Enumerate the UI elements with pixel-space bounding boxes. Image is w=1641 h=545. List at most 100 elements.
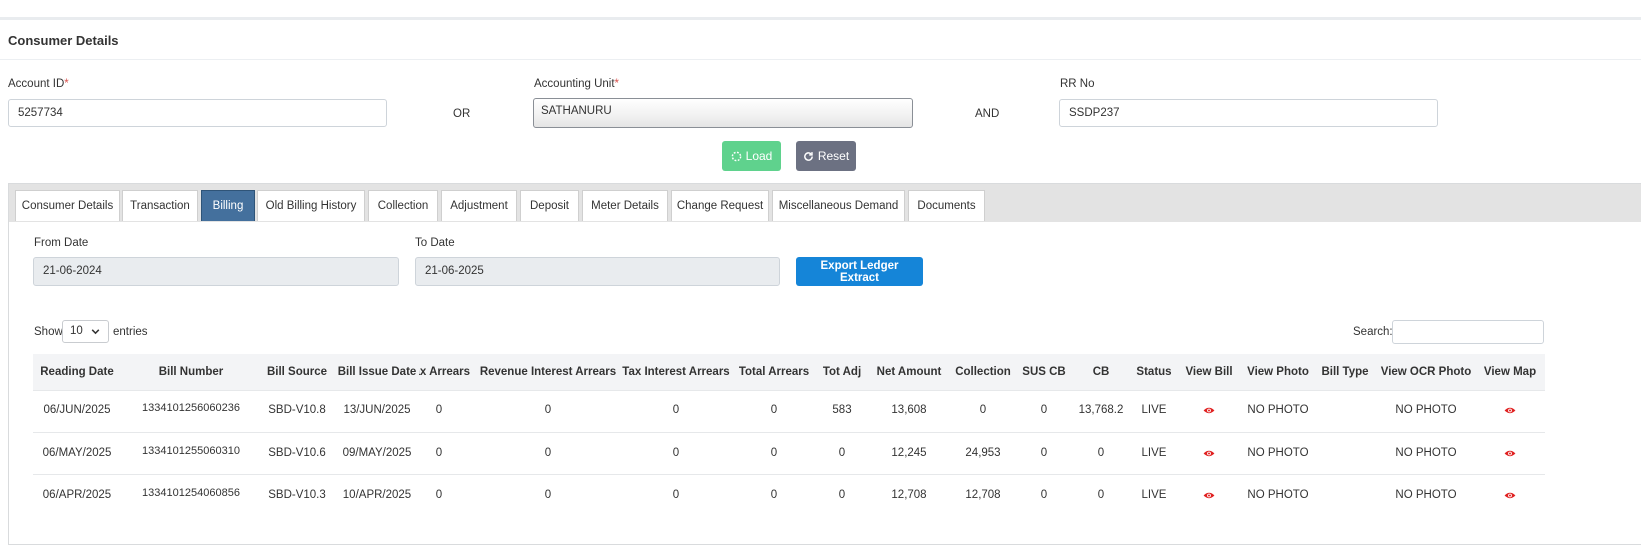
cell-bill-number: 1334101254060856: [142, 487, 240, 499]
chevron-down-icon: [91, 329, 100, 335]
load-button[interactable]: Load: [722, 141, 781, 171]
cell-tax-interest-arrears: 0: [672, 447, 680, 459]
reset-button-label: Reset: [817, 149, 850, 163]
entries-select[interactable]: 10: [62, 320, 109, 343]
col-collection[interactable]: Collection: [955, 354, 1011, 390]
row-divider: [33, 474, 1545, 475]
cell-reading-date: 06/APR/2025: [42, 489, 112, 501]
cell-bill-issue-date: 13/JUN/2025: [343, 404, 411, 416]
cell-collection: 12,708: [965, 489, 1001, 501]
row-divider: [33, 432, 1545, 433]
col-revenue-interest-arrears[interactable]: Revenue Interest Arrears: [480, 354, 616, 390]
cell-cb: 13,768.2: [1078, 404, 1124, 416]
tab-deposit[interactable]: Deposit: [520, 190, 579, 221]
cell-cb: 0: [1097, 447, 1105, 459]
col-view-map[interactable]: View Map: [1484, 354, 1536, 390]
tab-change-request[interactable]: Change Request: [671, 190, 769, 221]
cell-bill-source: SBD-V10.6: [268, 447, 326, 459]
cell-bill-source: SBD-V10.3: [268, 489, 326, 501]
row-divider: [33, 390, 1545, 391]
top-bar: [0, 0, 1641, 20]
col-tot-adj[interactable]: Tot Adj: [823, 354, 861, 390]
tab-consumer-details[interactable]: Consumer Details: [15, 190, 120, 221]
spinner-icon: [731, 151, 741, 161]
cell-tot-adj: 583: [832, 404, 852, 416]
cell-sus-cb: 0: [1040, 489, 1048, 501]
view-map-eye-icon[interactable]: [1504, 406, 1517, 415]
cell-tax-interest-arrears: 0: [672, 404, 680, 416]
view-bill-eye-icon[interactable]: [1203, 406, 1216, 415]
tab-documents[interactable]: Documents: [908, 190, 985, 221]
reset-button[interactable]: Reset: [796, 141, 856, 171]
cell-view-photo: NO PHOTO: [1247, 404, 1309, 416]
tab-billing[interactable]: Billing: [201, 190, 255, 221]
entries-label: entries: [113, 326, 148, 338]
cell-status: LIVE: [1141, 447, 1167, 459]
cell-revenue-interest-arrears: 0: [544, 447, 552, 459]
tab-old-billing-history[interactable]: Old Billing History: [257, 190, 365, 221]
load-button-label: Load: [745, 149, 773, 163]
cell-total-arrears: 0: [770, 404, 778, 416]
tab-adjustment[interactable]: Adjustment: [441, 190, 517, 221]
view-bill-eye-icon[interactable]: [1203, 449, 1216, 458]
tab-collection[interactable]: Collection: [368, 190, 438, 221]
col-net-amount[interactable]: Net Amount: [877, 354, 942, 390]
rr-no-input[interactable]: [1059, 99, 1438, 127]
col-reading-date[interactable]: Reading Date: [40, 354, 114, 390]
col-bill-number[interactable]: Bill Number: [159, 354, 224, 390]
col-status[interactable]: Status: [1136, 354, 1171, 390]
tab-meter-details[interactable]: Meter Details: [582, 190, 668, 221]
col-bill-source[interactable]: Bill Source: [267, 354, 327, 390]
cell-status: LIVE: [1141, 404, 1167, 416]
cell-status: LIVE: [1141, 489, 1167, 501]
col-sus-cb[interactable]: SUS CB: [1022, 354, 1065, 390]
cell-reading-date: 06/MAY/2025: [42, 447, 112, 459]
col-bill-issue-date[interactable]: Bill Issue Date: [338, 354, 417, 390]
col-tax-arrears[interactable]: Tax Arrears: [419, 354, 470, 390]
cell-tax-arrears: 0: [435, 489, 443, 501]
search-input[interactable]: [1392, 320, 1544, 344]
show-label: Show: [34, 326, 63, 338]
from-date-label: From Date: [34, 237, 89, 249]
cell-sus-cb: 0: [1040, 447, 1048, 459]
cell-view-photo: NO PHOTO: [1247, 489, 1309, 501]
cell-collection: 0: [979, 404, 987, 416]
view-bill-eye-icon[interactable]: [1203, 491, 1216, 500]
and-separator: AND: [975, 108, 1000, 120]
cell-cb: 0: [1097, 489, 1105, 501]
cell-view-ocr-photo: NO PHOTO: [1395, 404, 1457, 416]
col-view-bill[interactable]: View Bill: [1185, 354, 1232, 390]
col-cb[interactable]: CB: [1093, 354, 1110, 390]
col-bill-type[interactable]: Bill Type: [1321, 354, 1368, 390]
rr-no-label: RR No: [1060, 78, 1095, 90]
cell-tax-interest-arrears: 0: [672, 489, 680, 501]
col-tax-interest-arrears[interactable]: Tax Interest Arrears: [622, 354, 729, 390]
cell-tax-arrears: 0: [435, 447, 443, 459]
account-id-input[interactable]: [8, 99, 387, 127]
col-view-ocr-photo[interactable]: View OCR Photo: [1381, 354, 1472, 390]
cell-bill-number: 1334101256060236: [142, 402, 240, 414]
from-date-input[interactable]: 21-06-2024: [33, 257, 399, 286]
cell-view-photo: NO PHOTO: [1247, 447, 1309, 459]
title-divider: [0, 59, 1641, 60]
entries-value: 10: [70, 325, 83, 337]
col-view-photo[interactable]: View Photo: [1247, 354, 1309, 390]
cell-sus-cb: 0: [1040, 404, 1048, 416]
cell-bill-source: SBD-V10.8: [268, 404, 326, 416]
export-ledger-button[interactable]: Export Ledger Extract: [796, 257, 923, 286]
or-separator: OR: [453, 108, 471, 120]
cell-tot-adj: 0: [838, 447, 846, 459]
account-id-label: Account ID*: [8, 78, 69, 90]
tab-transaction[interactable]: Transaction: [122, 190, 198, 221]
accounting-unit-select[interactable]: SATHANURU: [533, 98, 913, 128]
cell-total-arrears: 0: [770, 447, 778, 459]
cell-view-ocr-photo: NO PHOTO: [1395, 489, 1457, 501]
col-total-arrears[interactable]: Total Arrears: [739, 354, 809, 390]
to-date-input[interactable]: 21-06-2025: [415, 257, 780, 286]
cell-view-ocr-photo: NO PHOTO: [1395, 447, 1457, 459]
cell-tax-arrears: 0: [435, 404, 443, 416]
tab-miscellaneous-demand[interactable]: Miscellaneous Demand: [772, 190, 905, 221]
view-map-eye-icon[interactable]: [1504, 449, 1517, 458]
cell-tot-adj: 0: [838, 489, 846, 501]
view-map-eye-icon[interactable]: [1504, 491, 1517, 500]
